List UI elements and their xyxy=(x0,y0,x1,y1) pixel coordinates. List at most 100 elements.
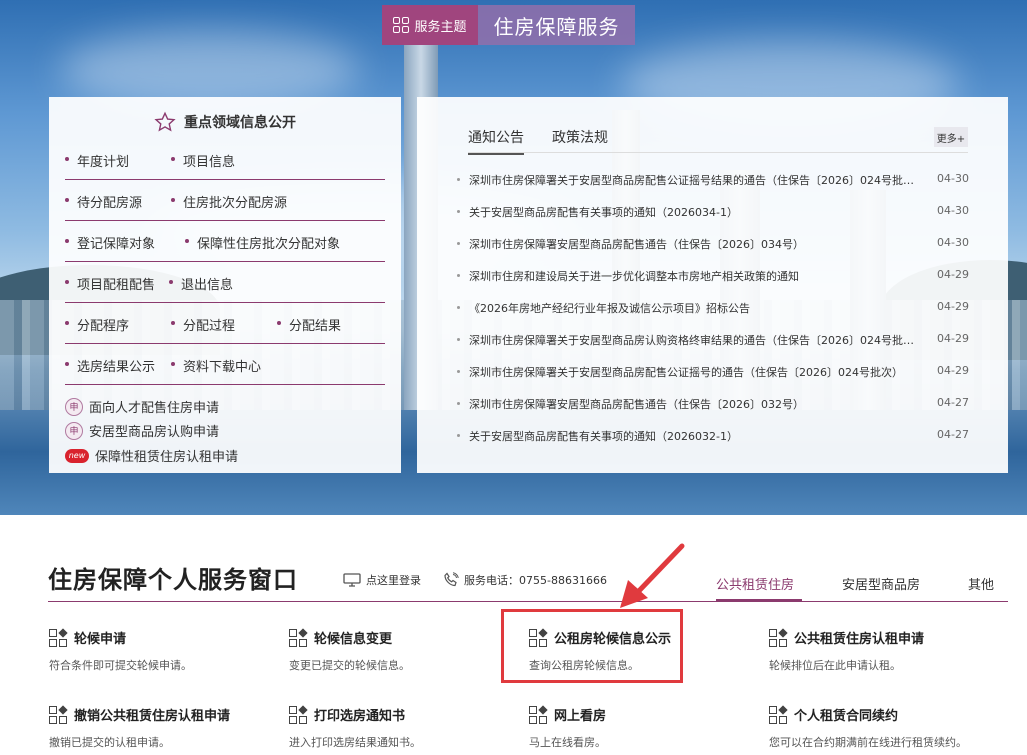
news-date: 04-30 xyxy=(937,172,969,185)
apply-icon: 申 xyxy=(65,397,83,416)
news-title: 深圳市住房保障署关于安居型商品房认购资格终审结果的通告（住保告〔2026〕024… xyxy=(469,334,917,347)
new-badge: new xyxy=(65,448,89,463)
banner-tag-label: 服务主题 xyxy=(414,19,467,35)
service-item-title: 公共租赁住房认租申请 xyxy=(794,632,925,647)
service-item-desc: 马上在线看房。 xyxy=(529,736,606,749)
info-link[interactable]: 分配过程 xyxy=(171,315,235,334)
announcements-panel: 通知公告 政策法规 更多+ 深圳市住房保障署关于安居型商品房配售公证摇号结果的通… xyxy=(417,97,1008,473)
news-title: 《2026年房地产经纪行业年报及诚信公示项目》招标公告 xyxy=(469,302,750,315)
news-item[interactable]: 深圳市住房和建设局关于进一步优化调整本市房地产相关政策的通知 04-29 xyxy=(457,268,969,286)
news-date: 04-30 xyxy=(937,204,969,217)
service-divider xyxy=(48,601,1008,602)
info-row: 年度计划 项目信息 xyxy=(65,139,385,180)
info-link[interactable]: 保障性住房批次分配对象 xyxy=(185,233,340,252)
active-tab-underline xyxy=(716,599,802,602)
news-date: 04-29 xyxy=(937,364,969,377)
affordable-housing-apply-link[interactable]: 申 安居型商品房认购申请 xyxy=(65,421,219,440)
rental-housing-apply-link[interactable]: new 保障性租赁住房认租申请 xyxy=(65,446,238,465)
service-item-desc: 撤销已提交的认租申请。 xyxy=(49,736,170,749)
news-item[interactable]: 深圳市住房保障署安居型商品房配售通告（住保告〔2026〕034号） 04-30 xyxy=(457,236,969,254)
news-item[interactable]: 深圳市住房保障署关于安居型商品房配售公证摇号结果的通告（住保告〔2026〕024… xyxy=(457,172,969,190)
service-item-title: 个人租赁合同续约 xyxy=(794,709,899,724)
news-title: 关于安居型商品房配售有关事项的通知（2026032-1） xyxy=(469,430,738,443)
info-link[interactable]: 登记保障对象 xyxy=(65,233,155,252)
service-item-print-notice[interactable]: 打印选房通知书 进入打印选房结果通知书。 xyxy=(289,704,509,750)
service-grid-icon xyxy=(289,704,308,724)
news-title: 深圳市住房和建设局关于进一步优化调整本市房地产相关政策的通知 xyxy=(469,270,799,283)
tab-public-rental[interactable]: 公共租赁住房 xyxy=(716,574,794,593)
news-date: 04-29 xyxy=(937,332,969,345)
tab-affordable-housing[interactable]: 安居型商品房 xyxy=(842,574,920,593)
news-item[interactable]: 深圳市住房保障署关于安居型商品房认购资格终审结果的通告（住保告〔2026〕024… xyxy=(457,332,969,350)
apply-link-label: 安居型商品房认购申请 xyxy=(89,425,220,440)
info-link[interactable]: 分配程序 xyxy=(65,315,129,334)
service-item-desc: 您可以在合约期满前在线进行租赁续约。 xyxy=(769,736,967,749)
news-item[interactable]: 关于安居型商品房配售有关事项的通知（2026032-1） 04-27 xyxy=(457,428,969,446)
banner-title: 住房保障服务 xyxy=(478,5,635,45)
service-item-queue-apply[interactable]: 轮候申请 符合条件即可提交轮候申请。 xyxy=(49,627,269,673)
phone-label: 服务电话：0755-88631666 xyxy=(464,574,607,587)
service-item-title: 轮候信息变更 xyxy=(314,632,393,647)
news-date: 04-29 xyxy=(937,268,969,281)
monitor-icon xyxy=(343,573,361,587)
news-title: 深圳市住房保障署关于安居型商品房配售公证摇号的通告（住保告〔2026〕024号批… xyxy=(469,366,903,379)
tab-notices[interactable]: 通知公告 xyxy=(468,127,524,155)
service-item-queue-change[interactable]: 轮候信息变更 变更已提交的轮候信息。 xyxy=(289,627,509,673)
service-grid-icon xyxy=(289,627,308,647)
service-grid-icon xyxy=(49,704,68,724)
talent-housing-apply-link[interactable]: 申 面向人才配售住房申请 xyxy=(65,397,219,416)
info-link[interactable]: 待分配房源 xyxy=(65,192,142,211)
news-item[interactable]: 深圳市住房保障署关于安居型商品房配售公证摇号的通告（住保告〔2026〕024号批… xyxy=(457,364,969,382)
info-row: 项目配租配售 退出信息 xyxy=(65,262,385,303)
key-info-heading: 重点领域信息公开 xyxy=(49,111,401,133)
key-info-heading-text: 重点领域信息公开 xyxy=(184,115,296,131)
info-row: 待分配房源 住房批次分配房源 xyxy=(65,180,385,221)
news-date: 04-27 xyxy=(937,396,969,409)
service-item-desc: 进入打印选房结果通知书。 xyxy=(289,736,421,749)
info-link[interactable]: 年度计划 xyxy=(65,151,129,170)
news-date: 04-30 xyxy=(937,236,969,249)
news-title: 深圳市住房保障署关于安居型商品房配售公证摇号结果的通告（住保告〔2026〕024… xyxy=(469,174,917,187)
arrow-pointer-icon xyxy=(620,543,685,608)
topic-banner: 服务主题 住房保障服务 xyxy=(382,5,635,45)
news-item[interactable]: 关于安居型商品房配售有关事项的通知（2026034-1） 04-30 xyxy=(457,204,969,222)
apply-link-label: 保障性租赁住房认租申请 xyxy=(95,450,239,465)
login-label: 点这里登录 xyxy=(366,574,421,587)
info-link[interactable]: 资料下载中心 xyxy=(171,356,261,375)
service-grid-icon xyxy=(769,704,788,724)
news-item[interactable]: 深圳市住房保障署安居型商品房配售通告（住保告〔2026〕032号） 04-27 xyxy=(457,396,969,414)
info-row: 登记保障对象 保障性住房批次分配对象 xyxy=(65,221,385,262)
info-link[interactable]: 选房结果公示 xyxy=(65,356,155,375)
info-row: 分配程序 分配过程 分配结果 xyxy=(65,303,385,344)
login-link[interactable]: 点这里登录 xyxy=(343,572,421,588)
service-item-title: 轮候申请 xyxy=(74,632,127,647)
more-button[interactable]: 更多+ xyxy=(934,127,968,147)
info-link[interactable]: 住房批次分配房源 xyxy=(171,192,287,211)
service-item-online-viewing[interactable]: 网上看房 马上在线看房。 xyxy=(529,704,749,750)
service-item-title: 网上看房 xyxy=(554,709,607,724)
service-grid-icon xyxy=(769,627,788,647)
grid-icon xyxy=(393,17,410,33)
phone-icon xyxy=(444,572,459,587)
apply-icon: 申 xyxy=(65,421,83,440)
banner-tag: 服务主题 xyxy=(382,5,478,45)
service-phone: 服务电话：0755-88631666 xyxy=(443,572,607,588)
info-link[interactable]: 项目配租配售 xyxy=(65,274,155,293)
tab-other[interactable]: 其他 xyxy=(968,574,994,593)
apply-link-label: 面向人才配售住房申请 xyxy=(89,401,220,416)
announcements-tabs: 通知公告 政策法规 xyxy=(468,127,608,155)
service-item-desc: 轮候排位后在此申请认租。 xyxy=(769,659,901,672)
service-item-cancel-rental[interactable]: 撤销公共租赁住房认租申请 撤销已提交的认租申请。 xyxy=(49,704,269,750)
news-item[interactable]: 《2026年房地产经纪行业年报及诚信公示项目》招标公告 04-29 xyxy=(457,300,969,318)
service-item-rental-apply[interactable]: 公共租赁住房认租申请 轮候排位后在此申请认租。 xyxy=(769,627,989,673)
info-link[interactable]: 项目信息 xyxy=(171,151,235,170)
info-link[interactable]: 分配结果 xyxy=(277,315,341,334)
service-item-desc: 变更已提交的轮候信息。 xyxy=(289,659,410,672)
info-row: 选房结果公示 资料下载中心 xyxy=(65,344,385,385)
service-grid-icon xyxy=(529,704,548,724)
tab-policies[interactable]: 政策法规 xyxy=(552,127,608,155)
service-item-contract-renewal[interactable]: 个人租赁合同续约 您可以在合约期满前在线进行租赁续约。 xyxy=(769,704,989,750)
tabs-divider xyxy=(468,152,968,153)
service-grid-icon xyxy=(49,627,68,647)
info-link[interactable]: 退出信息 xyxy=(169,274,233,293)
